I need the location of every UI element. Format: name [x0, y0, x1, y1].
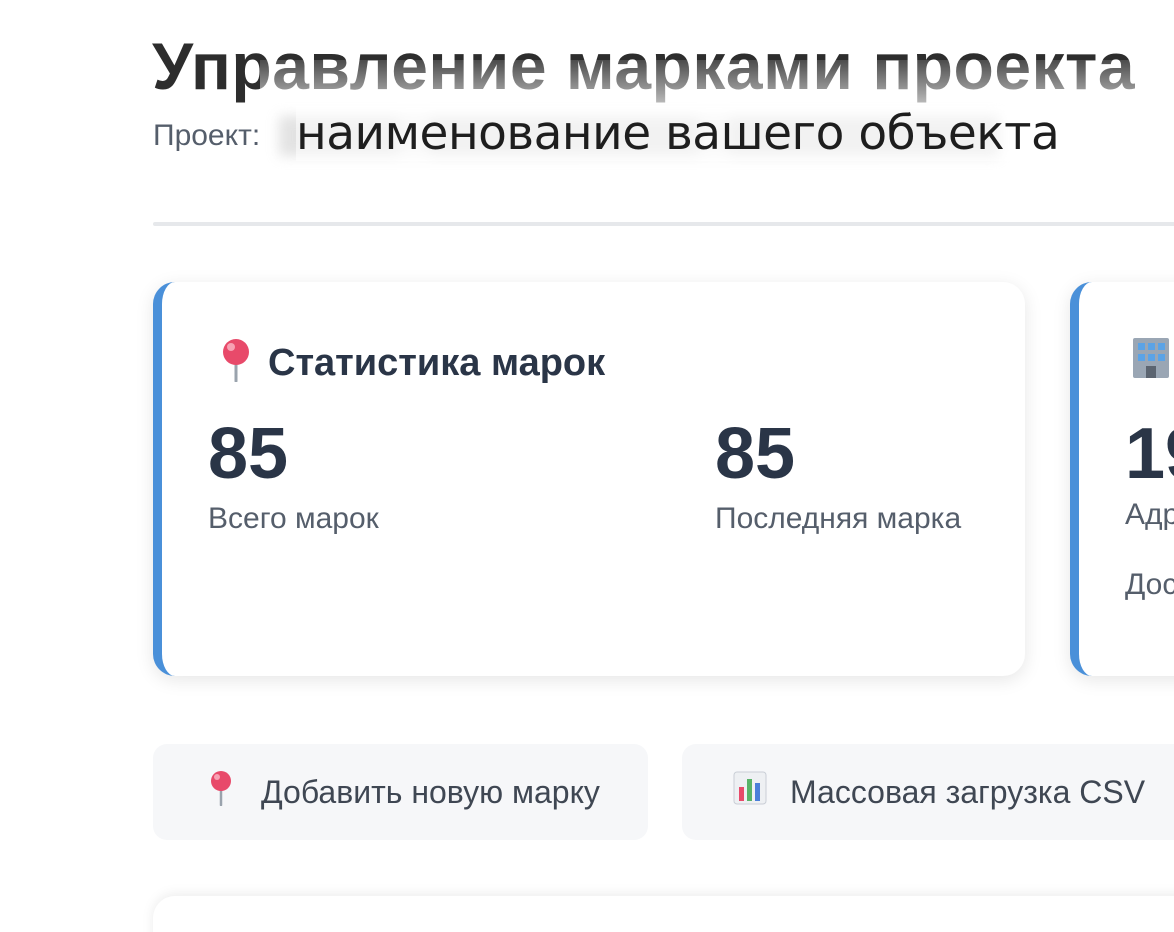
csv-upload-button[interactable]: Массовая загрузка CSV — [682, 744, 1174, 840]
header-divider — [153, 222, 1174, 226]
pushpin-icon — [214, 338, 258, 392]
page: Управление марками проекта Проект: наиме… — [0, 0, 1174, 932]
pushpin-icon — [201, 770, 241, 814]
stats-card-heading: Статистика марок — [214, 338, 605, 392]
object-address-label: Адр — [1125, 498, 1174, 531]
stat-last-value: 85 — [715, 414, 796, 494]
object-second-label: Дос — [1125, 568, 1174, 601]
add-mark-button[interactable]: Добавить новую марку — [153, 744, 648, 840]
stat-total-label: Всего марок — [208, 502, 379, 535]
stats-card: Статистика марок 85 Всего марок 85 После… — [153, 282, 1025, 676]
stat-last: 85 Последняя марка — [715, 418, 961, 536]
bottom-card — [153, 896, 1174, 932]
stats-card-title: Статистика марок — [268, 342, 606, 385]
stat-total-value: 85 — [208, 414, 289, 494]
stat-total: 85 Всего марок — [208, 418, 379, 536]
csv-upload-button-label: Массовая загрузка CSV — [790, 773, 1146, 810]
object-value: 19 — [1125, 414, 1174, 494]
project-label: Проект: — [153, 119, 261, 152]
office-building-icon — [1129, 334, 1173, 383]
add-mark-button-label: Добавить новую марку — [261, 773, 600, 810]
project-name-overlay: наименование вашего объекта — [296, 106, 1060, 161]
page-title: Управление марками проекта — [152, 29, 1136, 103]
bar-chart-icon — [730, 771, 770, 813]
stat-last-label: Последняя марка — [715, 502, 962, 535]
object-card: 19 Адр Дос — [1070, 282, 1174, 676]
